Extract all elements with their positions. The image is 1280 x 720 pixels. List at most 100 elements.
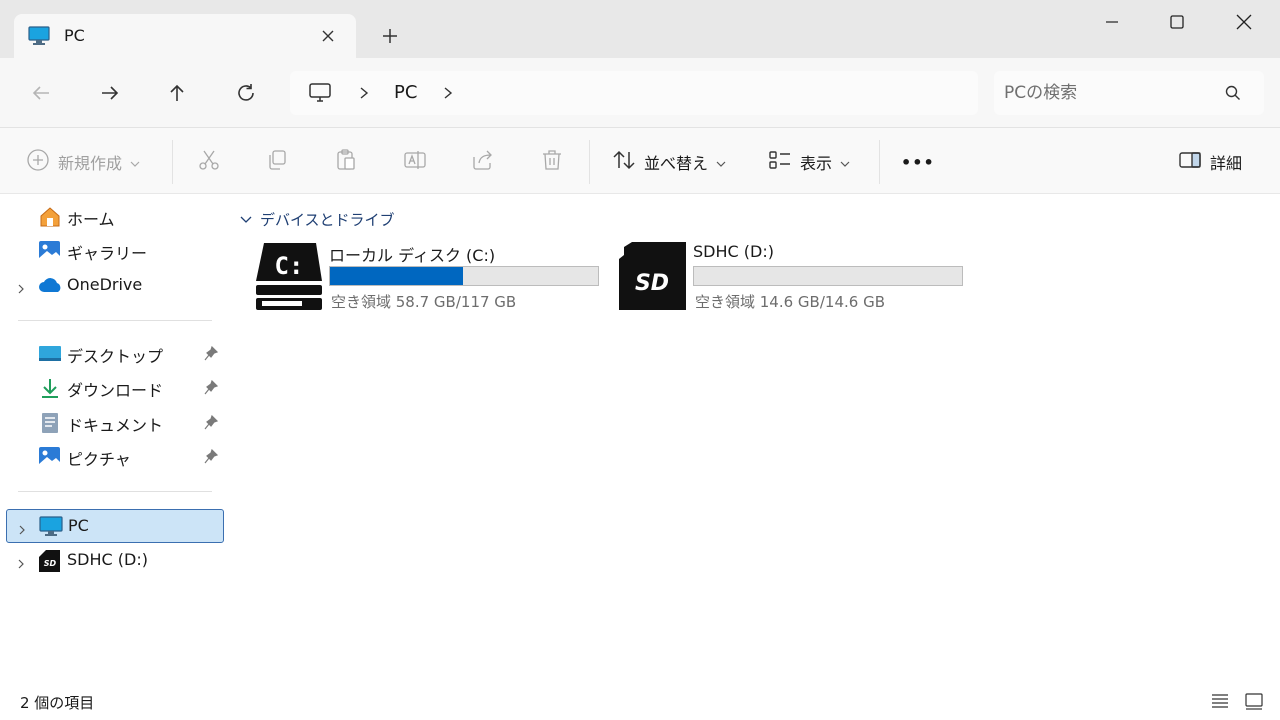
view-label: 表示 xyxy=(800,154,833,173)
chevron-down-icon xyxy=(716,153,726,172)
home-icon xyxy=(38,206,62,228)
plus-circle-icon xyxy=(26,148,50,176)
search-box[interactable] xyxy=(994,71,1264,115)
drive-tile-c[interactable]: C: ローカル ディスク (C:) 空き領域 58.7 GB/117 GB xyxy=(254,238,604,314)
details-view-button[interactable] xyxy=(1210,691,1232,711)
pictures-icon xyxy=(38,446,62,468)
sidebar-item-label: ダウンロード xyxy=(67,381,164,400)
view-button[interactable]: 表示 xyxy=(768,148,850,176)
svg-text:SD: SD xyxy=(44,559,57,568)
sidebar-item-label: OneDrive xyxy=(67,275,143,294)
share-button[interactable] xyxy=(471,148,495,176)
sort-label: 並べ替え xyxy=(644,154,709,173)
view-list-icon xyxy=(768,148,792,176)
up-button[interactable] xyxy=(164,80,190,106)
cut-button[interactable] xyxy=(197,148,221,176)
new-label: 新規作成 xyxy=(58,154,123,173)
item-count: 2 個の項目 xyxy=(20,694,95,712)
sidebar-item-desktop[interactable]: デスクトップ xyxy=(6,337,224,371)
refresh-button[interactable] xyxy=(233,80,259,106)
chevron-right-icon[interactable] xyxy=(16,280,26,299)
toolbar-divider xyxy=(589,140,590,184)
minimize-button[interactable] xyxy=(1090,8,1134,36)
download-icon xyxy=(38,377,62,399)
details-label: 詳細 xyxy=(1210,154,1243,173)
drive-name: SDHC (D:) xyxy=(693,242,774,261)
new-tab-button[interactable] xyxy=(378,24,402,48)
large-icons-view-button[interactable] xyxy=(1244,691,1266,711)
sidebar-item-label: ピクチャ xyxy=(67,450,131,469)
pin-icon[interactable] xyxy=(204,448,219,469)
sidebar-item-label: ホーム xyxy=(67,210,115,229)
sidebar-item-gallery[interactable]: ギャラリー xyxy=(6,234,224,268)
sidebar-item-label: SDHC (D:) xyxy=(67,550,148,569)
sidebar-item-pc[interactable]: PC xyxy=(6,509,224,543)
sidebar-item-onedrive[interactable]: OneDrive xyxy=(6,269,224,303)
sidebar-divider xyxy=(18,491,212,492)
status-bar: 2 個の項目 xyxy=(0,680,1280,720)
address-bar: PC xyxy=(0,58,1280,128)
onedrive-cloud-icon xyxy=(38,275,62,297)
chevron-down-icon xyxy=(240,210,252,228)
sidebar-item-home[interactable]: ホーム xyxy=(6,200,224,234)
sidebar-item-downloads[interactable]: ダウンロード xyxy=(6,371,224,405)
copy-button[interactable] xyxy=(265,148,289,176)
details-pane-button[interactable]: 詳細 xyxy=(1178,148,1242,176)
forward-button[interactable] xyxy=(97,80,123,106)
drive-usage-bar xyxy=(693,266,963,286)
drive-tile-d[interactable]: SD SDHC (D:) 空き領域 14.6 GB/14.6 GB xyxy=(618,238,968,314)
search-input[interactable] xyxy=(1004,79,1214,107)
search-icon[interactable] xyxy=(1224,84,1242,106)
svg-text:C:: C: xyxy=(275,252,304,280)
rename-icon xyxy=(403,148,427,176)
group-title: デバイスとドライブ xyxy=(260,210,395,229)
sort-icon xyxy=(612,148,636,176)
pin-icon[interactable] xyxy=(204,345,219,366)
delete-button[interactable] xyxy=(540,148,564,176)
chevron-right-icon[interactable] xyxy=(356,83,372,103)
chevron-right-icon[interactable] xyxy=(16,555,26,574)
more-options-button[interactable]: ••• xyxy=(901,148,935,176)
toolbar-divider xyxy=(172,140,173,184)
desktop-icon xyxy=(38,343,62,365)
sort-button[interactable]: 並べ替え xyxy=(612,148,726,176)
tab-pc[interactable]: PC xyxy=(14,14,356,58)
address-path[interactable]: PC xyxy=(290,71,978,115)
sidebar-item-label: ドキュメント xyxy=(67,416,164,435)
sidebar-item-documents[interactable]: ドキュメント xyxy=(6,406,224,440)
monitor-icon xyxy=(308,81,332,109)
maximize-button[interactable] xyxy=(1155,8,1199,36)
paste-button[interactable] xyxy=(334,148,358,176)
pin-icon[interactable] xyxy=(204,379,219,400)
tab-title: PC xyxy=(64,26,85,45)
devices-group-header[interactable]: デバイスとドライブ xyxy=(240,208,395,230)
close-tab-icon[interactable] xyxy=(316,24,340,48)
rename-button[interactable] xyxy=(403,148,427,176)
sd-card-icon: SD xyxy=(618,241,688,315)
breadcrumb-pc[interactable]: PC xyxy=(394,82,417,103)
copy-icon xyxy=(265,148,289,176)
drive-usage-bar xyxy=(329,266,599,286)
drive-name: ローカル ディスク (C:) xyxy=(329,246,496,265)
sidebar-item-pictures[interactable]: ピクチャ xyxy=(6,440,224,474)
pin-icon[interactable] xyxy=(204,414,219,435)
chevron-right-icon[interactable] xyxy=(17,521,27,540)
close-window-button[interactable] xyxy=(1222,8,1266,36)
share-icon xyxy=(471,148,495,176)
new-button[interactable]: 新規作成 xyxy=(26,148,140,176)
c-drive-icon: C: xyxy=(254,241,324,315)
sidebar-item-sdhc[interactable]: SD SDHC (D:) xyxy=(6,544,224,578)
trash-icon xyxy=(540,148,564,176)
drive-free-space: 空き領域 14.6 GB/14.6 GB xyxy=(695,293,885,311)
chevron-right-icon[interactable] xyxy=(440,83,456,103)
chevron-down-icon xyxy=(130,153,140,172)
sidebar-divider xyxy=(18,320,212,321)
content-pane: デバイスとドライブ C: ローカル ディスク (C:) 空き領域 58.7 GB… xyxy=(228,194,1280,680)
pc-icon xyxy=(28,26,50,50)
drive-usage-fill xyxy=(330,267,464,285)
sidebar-item-label: デスクトップ xyxy=(67,347,164,366)
title-bar: PC xyxy=(0,0,1280,58)
sd-card-icon: SD xyxy=(38,550,62,572)
back-button[interactable] xyxy=(28,80,54,106)
navigation-pane: ホーム ギャラリー OneDrive デスクトップ ダウンロード ドキュメント … xyxy=(0,194,228,680)
